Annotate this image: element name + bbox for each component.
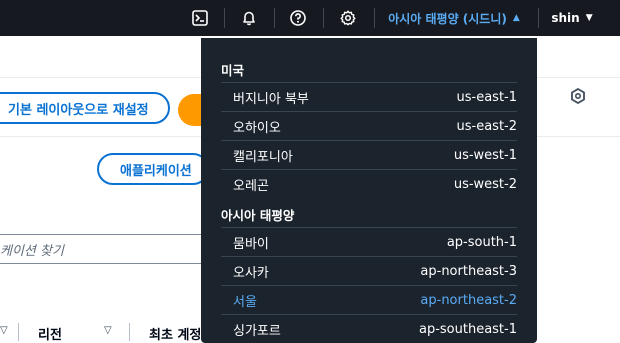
column-header-region[interactable]: 리전 (38, 324, 62, 343)
user-label: shin (551, 11, 580, 25)
region-name: 오사카 (233, 265, 269, 281)
cloudshell-button[interactable] (186, 0, 214, 36)
region-option[interactable]: 오사카 ap-northeast-3 (221, 256, 517, 285)
region-option[interactable]: 뭄바이 ap-south-1 (221, 227, 517, 256)
hexagon-icon (571, 87, 585, 105)
column-header-first-account[interactable]: 최초 계정 (149, 324, 201, 343)
region-dropdown-menu: 미국 버지니아 북부 us-east-1 오하이오 us-east-2 캘리포니… (201, 38, 537, 343)
reset-layout-label: 기본 레이아웃으로 재설정 (8, 102, 149, 118)
region-code: us-west-1 (453, 147, 517, 163)
caret-down-icon: ▼ (585, 13, 593, 23)
region-code: ap-northeast-3 (420, 263, 517, 279)
nav-divider (274, 8, 275, 28)
column-divider (18, 323, 19, 341)
region-option[interactable]: 오레곤 us-west-2 (221, 169, 517, 198)
notifications-button[interactable] (235, 0, 263, 36)
region-label: 아시아 태평양 (시드니) (388, 11, 507, 26)
region-name: 오레곤 (233, 178, 269, 194)
widget-settings-button[interactable] (570, 87, 586, 108)
group-header-us: 미국 (221, 63, 245, 78)
search-placeholder: 케이션 찾기 (0, 243, 64, 259)
region-code: ap-southeast-1 (418, 321, 517, 337)
sort-icon[interactable]: ▽ (0, 325, 8, 336)
region-name: 뭄바이 (233, 236, 269, 252)
region-name: 싱가포르 (233, 323, 281, 339)
region-name: 캘리포니아 (233, 149, 293, 165)
application-button[interactable]: 애플리케이션 (97, 153, 209, 185)
region-option[interactable]: 오하이오 us-east-2 (221, 111, 517, 140)
region-name: 오하이오 (233, 120, 281, 136)
bell-icon (243, 11, 255, 26)
region-option-selected[interactable]: 서울 ap-northeast-2 (221, 285, 517, 314)
region-option[interactable]: 캘리포니아 us-west-1 (221, 140, 517, 169)
region-code: ap-northeast-2 (420, 292, 517, 308)
group-header-asia-pacific: 아시아 태평양 (221, 208, 295, 223)
region-name: 서울 (233, 294, 257, 310)
help-icon (290, 10, 306, 26)
column-divider (129, 323, 130, 341)
sort-icon[interactable]: ▽ (104, 325, 112, 336)
settings-button[interactable] (334, 0, 362, 36)
nav-divider (224, 8, 225, 28)
nav-divider (538, 8, 539, 28)
help-button[interactable] (284, 0, 312, 36)
caret-up-icon: ▲ (512, 13, 520, 23)
region-name: 버지니아 북부 (233, 91, 309, 107)
user-menu-button[interactable]: shin ▼ (548, 0, 596, 36)
region-option[interactable]: 싱가포르 ap-southeast-1 (221, 314, 517, 343)
search-input[interactable]: 케이션 찾기 (0, 234, 213, 264)
settings-icon (340, 10, 356, 26)
region-code: us-west-2 (453, 176, 517, 192)
region-code: us-east-1 (456, 89, 518, 105)
nav-divider (323, 8, 324, 28)
region-option[interactable]: 버지니아 북부 us-east-1 (221, 82, 517, 111)
application-button-label: 애플리케이션 (120, 163, 192, 179)
region-code: us-east-2 (456, 118, 518, 134)
cloudshell-icon (192, 10, 208, 26)
reset-layout-button[interactable]: 기본 레이아웃으로 재설정 (0, 92, 170, 124)
region-code: ap-south-1 (446, 234, 517, 250)
top-navigation: 아시아 태평양 (시드니) ▲ shin ▼ (0, 0, 620, 36)
region-selector-button[interactable]: 아시아 태평양 (시드니) ▲ (386, 0, 522, 36)
nav-divider (374, 8, 375, 28)
